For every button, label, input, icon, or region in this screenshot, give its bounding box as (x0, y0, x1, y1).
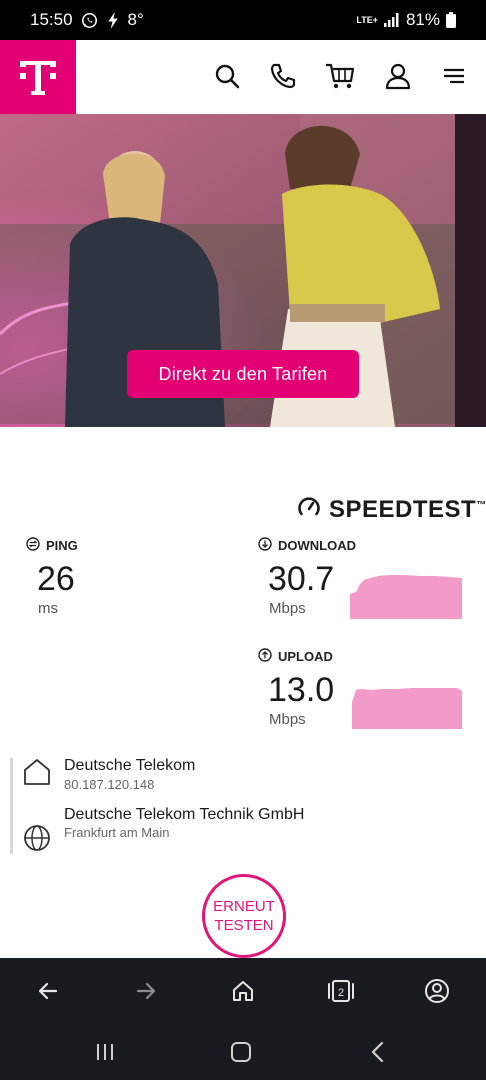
profile-icon[interactable] (422, 976, 452, 1006)
tariffs-button[interactable]: Direkt zu den Tarifen (127, 350, 359, 398)
menu-icon[interactable] (438, 60, 470, 92)
ping-label: PING (46, 538, 78, 553)
download-value: 30.7 (268, 560, 335, 598)
home-icon[interactable] (228, 976, 258, 1006)
upload-icon (258, 648, 272, 665)
home-outline-icon (22, 757, 54, 789)
retest-button[interactable]: ERNEUT TESTEN (202, 874, 286, 958)
battery-icon (446, 12, 456, 28)
back-icon[interactable] (33, 976, 63, 1006)
download-icon (258, 537, 272, 554)
ping-value: 26 (37, 560, 75, 598)
isp-ip: 80.187.120.148 (64, 777, 155, 792)
search-icon[interactable] (211, 60, 243, 92)
recent-apps-icon[interactable] (92, 1039, 118, 1065)
charging-icon (106, 11, 120, 29)
speedtest-logo: SPEEDTEST™ (297, 495, 486, 524)
download-header: DOWNLOAD (258, 537, 356, 554)
speedtest-wordmark: SPEEDTEST™ (329, 495, 486, 523)
ping-icon (26, 537, 40, 554)
upload-value: 13.0 (268, 671, 335, 709)
signal-icon (383, 13, 400, 27)
isp-name: Deutsche Telekom (64, 757, 196, 774)
browser-toolbar: 2 (0, 958, 486, 1023)
upload-header: UPLOAD (258, 648, 333, 665)
upload-label: UPLOAD (278, 649, 333, 664)
tabs-icon[interactable]: 2 (326, 976, 356, 1006)
hero-banner: Direkt zu den Tarifen (0, 114, 486, 427)
phone-icon[interactable] (267, 60, 299, 92)
download-label: DOWNLOAD (278, 538, 356, 553)
forward-icon[interactable] (131, 976, 161, 1006)
gauge-icon (297, 495, 321, 524)
back-nav-icon[interactable] (365, 1039, 391, 1065)
upload-graph (352, 688, 462, 729)
telekom-logo[interactable] (0, 40, 76, 114)
status-battery-percent: 81% (405, 10, 440, 29)
globe-icon (22, 823, 54, 855)
status-bar: 15:50 8° LTE+ 81% (0, 0, 486, 40)
ping-header: PING (26, 537, 78, 554)
status-temperature: 8° (127, 10, 144, 29)
user-icon[interactable] (382, 60, 414, 92)
tab-count: 2 (338, 987, 344, 999)
server-divider (10, 758, 13, 854)
host-name[interactable]: Deutsche Telekom Technik GmbH (64, 806, 304, 824)
lte-indicator: LTE+ (356, 15, 378, 25)
home-nav-icon[interactable] (228, 1039, 254, 1065)
ping-unit: ms (38, 600, 58, 617)
status-time: 15:50 (30, 10, 73, 29)
whatsapp-icon (81, 12, 98, 29)
upload-unit: Mbps (269, 711, 306, 728)
download-graph (350, 575, 462, 619)
cart-icon[interactable] (324, 60, 356, 92)
system-nav-bar (0, 1023, 486, 1080)
host-location: Frankfurt am Main (64, 825, 170, 840)
download-unit: Mbps (269, 600, 306, 617)
site-header (0, 40, 486, 114)
